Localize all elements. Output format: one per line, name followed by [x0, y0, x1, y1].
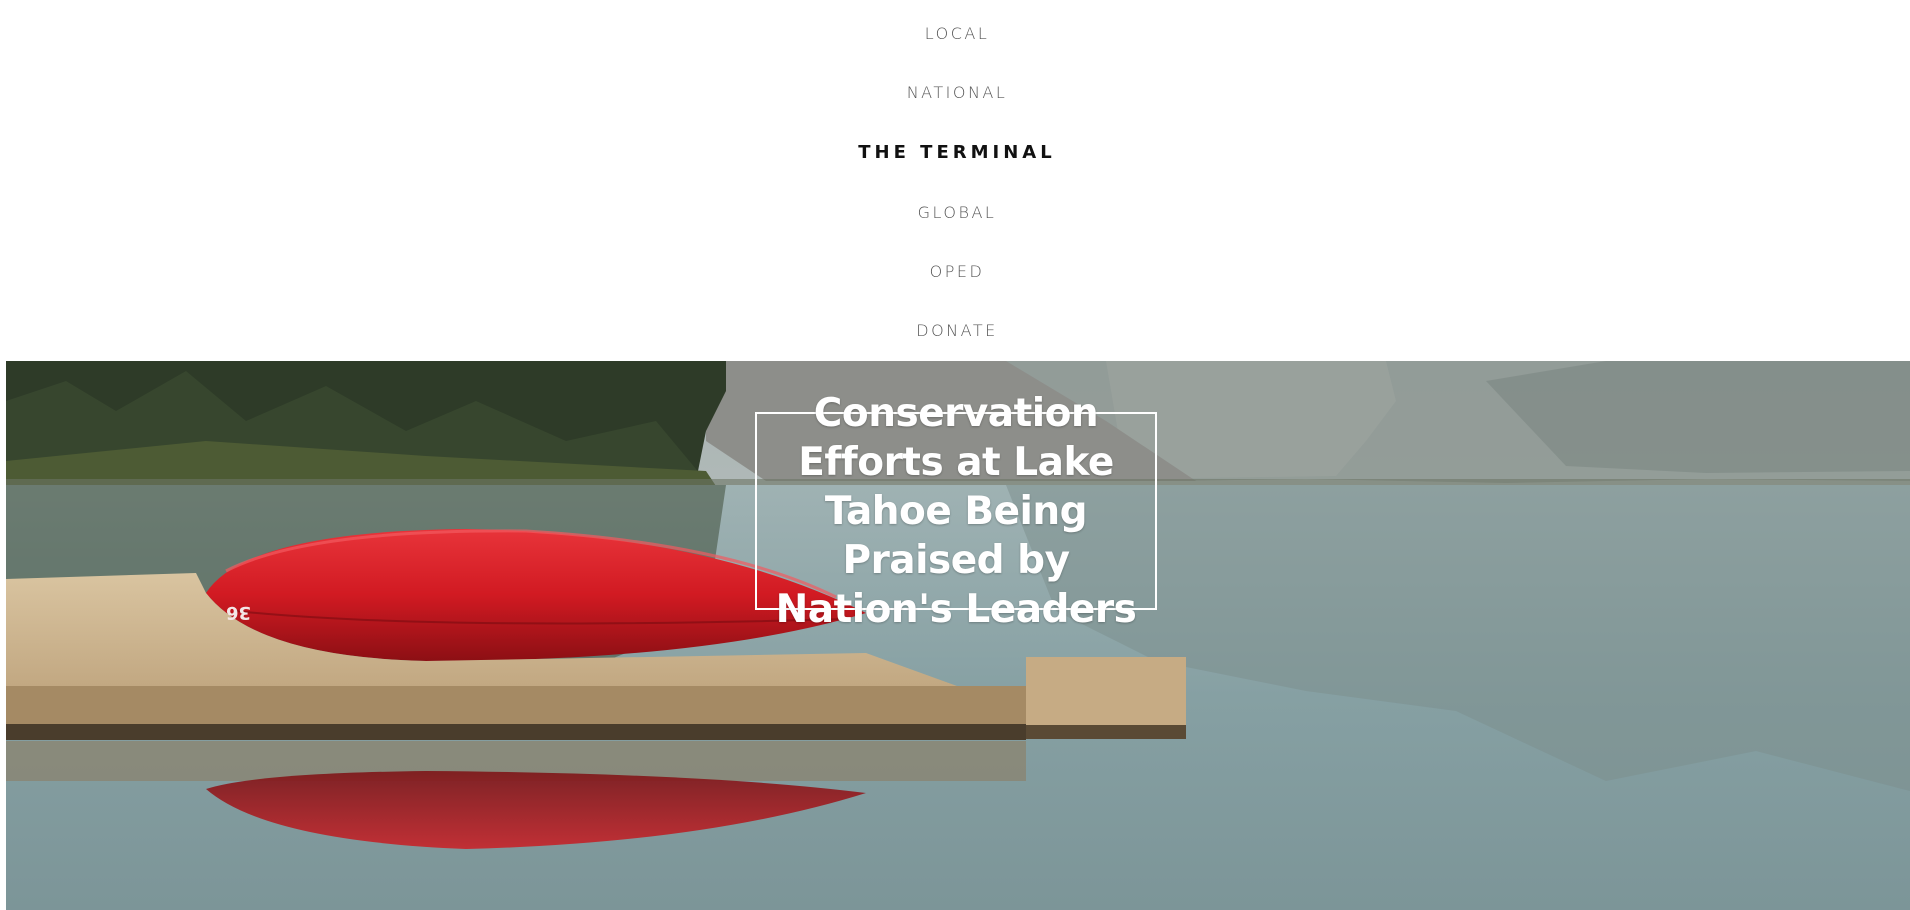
- hero-banner: 36 Conservation Efforts at Lake Tahoe Be…: [6, 361, 1910, 910]
- nav-item-national[interactable]: NATIONAL: [0, 83, 1910, 103]
- nav-item-the-terminal[interactable]: THE TERMINAL: [0, 143, 1910, 163]
- nav-item-local[interactable]: LOCAL: [0, 24, 1910, 44]
- nav-item-donate[interactable]: DONATE: [0, 321, 1910, 341]
- nav-item-global[interactable]: GLOBAL: [0, 203, 1910, 223]
- main-navigation: LOCAL NATIONAL THE TERMINAL GLOBAL OPED …: [0, 0, 1910, 360]
- headline-link[interactable]: Conservation Efforts at Lake Tahoe Being…: [755, 391, 1157, 632]
- nav-item-oped[interactable]: OPED: [0, 262, 1910, 282]
- canoe-number-label: 36: [226, 602, 251, 623]
- headline-text: Conservation Efforts at Lake Tahoe Being…: [775, 390, 1137, 632]
